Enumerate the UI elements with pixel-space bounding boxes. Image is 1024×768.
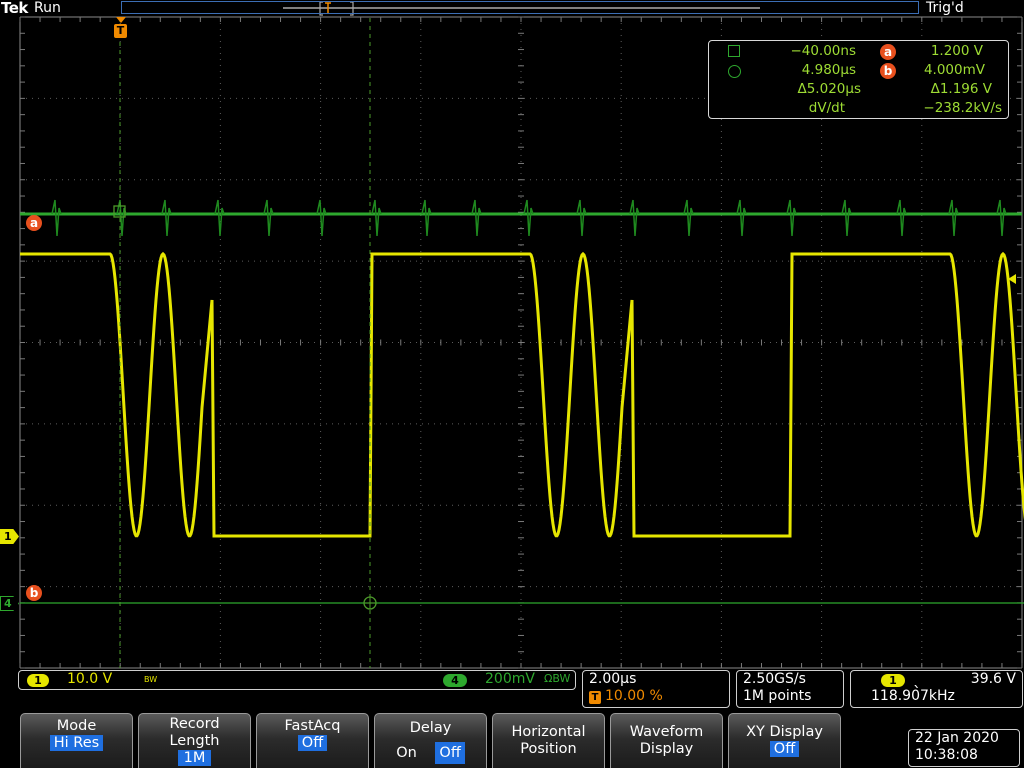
delay-button[interactable]: Delay On Off [374,713,487,768]
fastacq-label: FastAcq [284,718,341,734]
timebase-scale: 2.00µs [589,671,637,687]
record-length-value: 1M [177,750,212,766]
channel-status-bar[interactable]: 1 10.0 V BW 4 200mV ΩBW [18,670,576,690]
horizontal-position-button[interactable]: Horizontal Position [492,713,605,768]
channel-4-glitches [51,199,1007,237]
trigger-frequency: 118.907kHz [871,688,955,704]
record-length: 1M points [743,688,812,704]
channel-1-scale[interactable]: 10.0 V [67,671,112,687]
circle-cursor-icon [728,65,741,78]
sample-rate: 2.50GS/s [743,671,806,687]
acquisition-panel[interactable]: 2.50GS/s 1M points [736,670,844,708]
top-status-bar: Tek Run Trig'd [0,0,1024,17]
record-label-line2: Length [169,733,220,749]
channel-1-trace [20,251,1024,538]
cursor-delta-t-value: Δ5.020µs [797,81,861,97]
trigger-position-arrow[interactable] [116,17,126,23]
waveform-display-label-line2: Display [639,741,694,757]
cursor-t1-value: −40.00ns [790,43,856,59]
mode-label: Mode [56,718,97,734]
record-length-button[interactable]: Record Length 1M [138,713,251,768]
horizontal-position-label-line2: Position [520,741,577,757]
ref-b-readout-icon: b [880,63,896,79]
timebase-panel[interactable]: 2.00µs T 10.00 % [582,670,730,708]
channel-4-coupling: ΩBW [544,672,571,685]
cursor-a-value: 1.200 V [930,43,983,59]
channel-4-badge[interactable]: 4 [443,674,467,687]
cursor-t2-value: 4.980µs [801,62,856,78]
record-view-bar[interactable] [121,1,919,14]
date-text: 22 Jan 2020 [915,730,999,746]
record-label-line1: Record [169,716,220,732]
ref-a-marker[interactable]: a [26,215,42,231]
trigger-panel[interactable]: 1 ˎ 39.6 V 118.907kHz [850,669,1023,708]
trigger-position-icon: T [589,691,601,704]
cursor-dvdt-value: −238.2kV/s [923,100,1002,116]
ref-a-readout-icon: a [880,44,896,60]
ref-b-marker[interactable]: b [26,585,42,601]
trigger-position-marker[interactable]: T [114,24,127,38]
trigger-slope-icon: ˎ [913,669,921,688]
date-time-display: 22 Jan 2020 10:38:08 [908,729,1020,767]
trigger-source-badge: 1 [881,674,905,687]
mode-value: Hi Res [49,735,104,751]
cursor-b-value: 4.000mV [923,62,985,78]
trigger-level: 39.6 V [970,671,1016,687]
cursor-delta-v-value: Δ1.196 V [930,81,992,97]
delay-label: Delay [409,720,452,736]
channel-4-scale[interactable]: 200mV [485,671,535,687]
fastacq-value: Off [297,735,328,751]
trigger-status: Trig'd [926,0,964,16]
square-cursor-icon [728,45,740,57]
horizontal-position-label-line1: Horizontal [511,724,586,740]
fastacq-button[interactable]: FastAcq Off [256,713,369,768]
time-text: 10:38:08 [915,747,978,763]
delay-on-option[interactable]: On [396,745,417,762]
waveform-display-button[interactable]: Waveform Display [610,713,723,768]
xy-display-button[interactable]: XY Display Off [728,713,841,768]
waveform-display-label-line1: Waveform [629,724,704,740]
trigger-position-percent: 10.00 % [605,688,663,704]
xy-display-value: Off [769,741,800,757]
acquisition-state: Run [34,0,61,16]
brand-logo: Tek [1,0,28,17]
delay-off-option[interactable]: Off [435,742,465,764]
channel-1-bw-limit: BW [144,675,158,684]
mode-button[interactable]: Mode Hi Res [20,713,133,768]
cursor-dvdt-label: dV/dt [808,100,845,116]
cursor-readout-panel[interactable]: −40.00ns 4.980µs Δ5.020µs dV/dt a b 1.20… [708,40,1009,119]
channel-1-badge[interactable]: 1 [27,674,49,687]
xy-display-label: XY Display [746,724,823,740]
